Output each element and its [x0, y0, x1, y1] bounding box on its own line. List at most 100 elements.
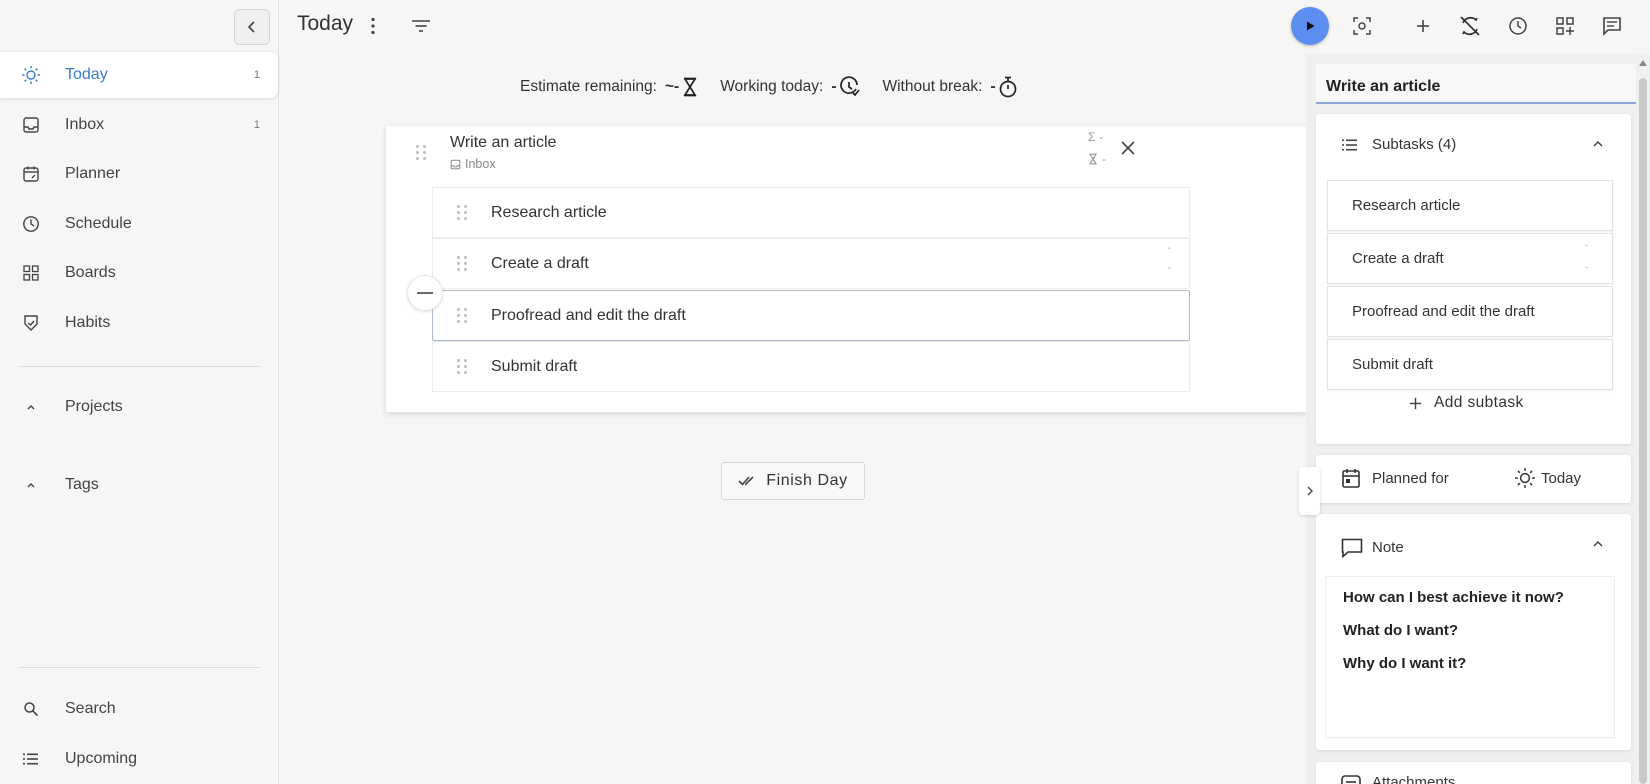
- sidebar-item-label: Inbox: [65, 116, 105, 133]
- chevron-up-icon: [1593, 540, 1603, 547]
- clock-check-icon: [838, 76, 861, 98]
- inbox-icon: [450, 159, 461, 170]
- planned-for-section[interactable]: Planned for Today: [1316, 455, 1631, 503]
- sidebar-section-tags[interactable]: Tags: [0, 462, 278, 508]
- subtask-title: Research article: [491, 203, 607, 221]
- sidebar-item-planner[interactable]: Planner: [0, 151, 278, 197]
- collapse-subtasks-section[interactable]: [1588, 134, 1608, 154]
- drag-handle-icon[interactable]: [416, 145, 426, 160]
- detail-subtask-item[interactable]: Submit draft: [1327, 339, 1613, 390]
- drag-handle-icon[interactable]: [457, 308, 467, 323]
- subtask-row[interactable]: Submit draft: [432, 341, 1190, 392]
- without-break: Without break: -: [882, 76, 1017, 98]
- attachments-section[interactable]: Attachments: [1316, 762, 1631, 784]
- detail-title[interactable]: Write an article: [1316, 64, 1640, 104]
- subtasks-section: Subtasks (4) Research article Create a d…: [1316, 114, 1631, 444]
- sync-disabled-icon: [1460, 16, 1480, 36]
- subtask-row[interactable]: Research article: [432, 187, 1190, 238]
- detail-subtask-item[interactable]: Research article: [1327, 180, 1613, 231]
- subtask-estimate: -: [1167, 263, 1171, 274]
- collapse-subtasks-button[interactable]: [407, 275, 443, 311]
- sidebar-section-projects[interactable]: Projects: [0, 384, 278, 430]
- chevron-up-icon: [20, 396, 42, 418]
- metric-value: ~-: [664, 78, 680, 95]
- metric-value: -: [990, 78, 996, 95]
- add-widget-button[interactable]: [1550, 11, 1580, 41]
- sync-button[interactable]: [1455, 11, 1485, 41]
- plus-icon: [1417, 20, 1429, 32]
- sidebar-item-boards[interactable]: Boards: [0, 250, 278, 296]
- add-task-button[interactable]: [1408, 11, 1438, 41]
- note-editor[interactable]: How can I best achieve it now? What do I…: [1325, 576, 1615, 738]
- scrollbar-thumb[interactable]: [1639, 78, 1647, 784]
- detail-subtask-item[interactable]: Proofread and edit the draft: [1327, 286, 1613, 337]
- scroll-up-icon[interactable]: [1639, 60, 1647, 66]
- collapse-note-section[interactable]: [1588, 534, 1608, 554]
- sidebar-item-inbox[interactable]: Inbox 1: [0, 102, 278, 148]
- grid-icon: [20, 262, 42, 284]
- add-subtask-button[interactable]: Add subtask: [1409, 394, 1524, 412]
- chevron-right-icon: [1307, 486, 1313, 496]
- task-project-tag[interactable]: Inbox: [450, 157, 496, 171]
- chevron-up-icon: [1593, 140, 1603, 147]
- add-subtask-label: Add subtask: [1434, 394, 1524, 411]
- metric-label: Without break:: [882, 78, 983, 95]
- double-check-icon: [738, 476, 754, 486]
- sidebar-item-schedule[interactable]: Schedule: [0, 201, 278, 247]
- clock-icon: [20, 213, 42, 235]
- close-task-button[interactable]: [1116, 136, 1140, 160]
- more-options-button[interactable]: [358, 11, 388, 41]
- sidebar-divider: [19, 667, 260, 668]
- working-today: Working today: -: [720, 76, 861, 98]
- task-title[interactable]: Write an article: [450, 134, 556, 152]
- sidebar: Today 1 Inbox 1 Planner Schedule Boards …: [0, 0, 279, 784]
- note-section: Note How can I best achieve it now? What…: [1316, 514, 1631, 750]
- sidebar-item-habits[interactable]: Habits: [0, 300, 278, 346]
- hourglass-icon: [1088, 153, 1098, 165]
- sidebar-item-label: Today: [65, 66, 108, 83]
- detail-subtask-item[interactable]: Create a draft - -: [1327, 233, 1613, 284]
- task-detail-panel: Write an article Subtasks (4) Research a…: [1306, 54, 1650, 784]
- sidebar-item-count: 1: [253, 69, 260, 81]
- play-icon: [1307, 21, 1315, 31]
- comment-icon: [1603, 17, 1621, 36]
- calendar-icon: [1342, 468, 1360, 488]
- metric-label: Working today:: [720, 78, 824, 95]
- sidebar-item-upcoming[interactable]: Upcoming: [0, 736, 278, 782]
- filter-icon: [412, 20, 430, 32]
- planner-icon: [20, 163, 42, 185]
- history-button[interactable]: [1503, 11, 1533, 41]
- attachment-icon: [1341, 774, 1361, 784]
- sidebar-item-label: Schedule: [65, 215, 132, 232]
- toggle-detail-panel-button[interactable]: [1299, 467, 1320, 515]
- sidebar-item-label: Search: [65, 700, 116, 717]
- sidebar-item-today[interactable]: Today 1: [0, 52, 278, 98]
- vertical-dots-icon: [371, 17, 375, 35]
- subtask-row[interactable]: Proofread and edit the draft: [432, 290, 1190, 341]
- finish-day-button[interactable]: Finish Day: [721, 462, 865, 500]
- drag-handle-icon[interactable]: [457, 359, 467, 374]
- note-line: Why do I want it?: [1343, 655, 1467, 672]
- minus-icon: [417, 292, 433, 294]
- estimate-remaining: Estimate remaining: ~-: [520, 77, 698, 97]
- subtask-time: -: [1167, 243, 1171, 254]
- planned-for-label: Planned for: [1372, 470, 1449, 487]
- subtask-row[interactable]: Create a draft - -: [432, 238, 1190, 289]
- sun-icon: [20, 64, 42, 86]
- drag-handle-icon[interactable]: [457, 205, 467, 220]
- sidebar-item-search[interactable]: Search: [0, 686, 278, 732]
- detail-panel-scrollbar[interactable]: [1636, 54, 1650, 784]
- grid-plus-icon: [1556, 17, 1574, 35]
- filter-button[interactable]: [406, 11, 436, 41]
- notes-panel-button[interactable]: [1597, 11, 1627, 41]
- section-label: Tags: [65, 476, 99, 493]
- subtasks-header: Subtasks (4): [1372, 136, 1457, 153]
- focus-mode-button[interactable]: [1347, 11, 1377, 41]
- drag-handle-icon[interactable]: [457, 256, 467, 271]
- collapse-sidebar-button[interactable]: [234, 9, 270, 45]
- note-line: How can I best achieve it now?: [1343, 589, 1564, 606]
- list-icon: [20, 748, 42, 770]
- estimate-value: -: [1102, 152, 1106, 166]
- task-card[interactable]: Write an article Inbox Σ - - Research ar…: [386, 126, 1308, 412]
- play-button[interactable]: [1291, 7, 1329, 45]
